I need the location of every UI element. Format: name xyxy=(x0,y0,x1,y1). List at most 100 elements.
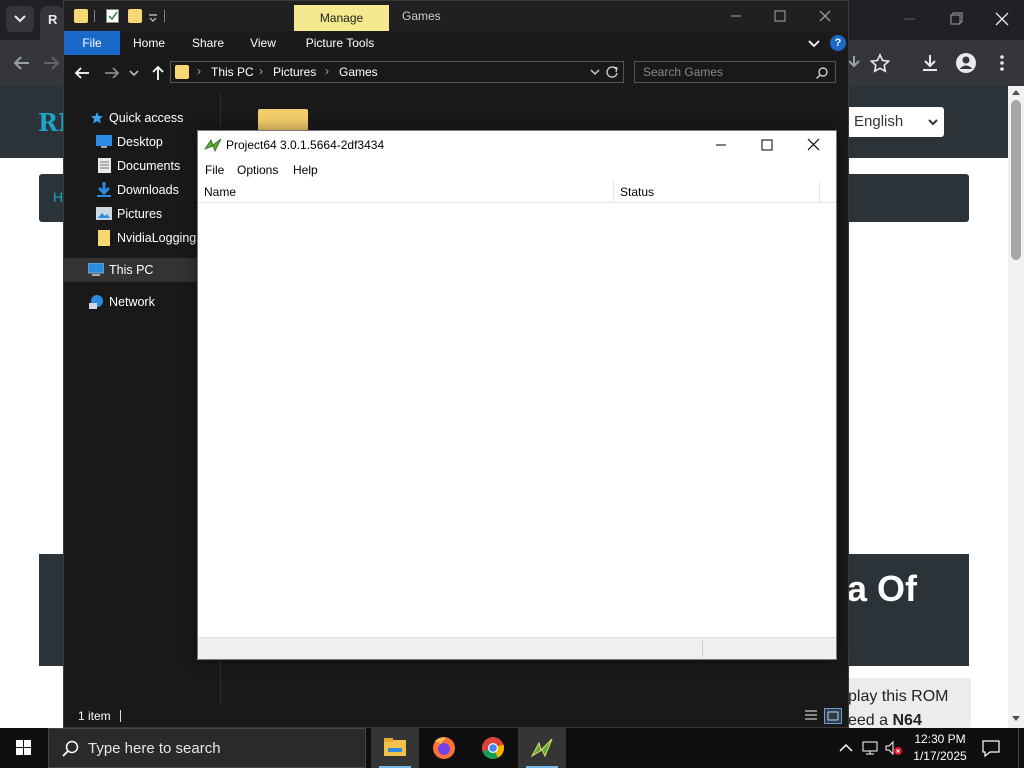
ribbon-tab-share[interactable]: Share xyxy=(184,31,232,55)
search-icon xyxy=(62,740,79,757)
chevron-down-icon xyxy=(590,69,600,76)
taskbar: Type here to search 12:30 PM 1/17/2025 xyxy=(0,728,1024,768)
firefox-icon xyxy=(433,737,455,759)
ribbon-tab-view[interactable]: View xyxy=(242,31,284,55)
up-button[interactable] xyxy=(148,63,168,83)
profile-button[interactable] xyxy=(952,50,980,76)
explorer-close-button[interactable] xyxy=(802,1,848,31)
nav-network-label: Network xyxy=(109,295,155,309)
ribbon-tab-file[interactable]: File xyxy=(64,31,120,55)
start-button[interactable] xyxy=(0,728,48,768)
back-button[interactable] xyxy=(8,50,36,76)
pictures-icon xyxy=(96,207,112,220)
details-view-icon xyxy=(805,710,817,720)
new-folder-icon[interactable] xyxy=(128,9,142,23)
chevron-down-icon xyxy=(928,119,938,126)
address-bar[interactable]: › This PC › Pictures › Games xyxy=(170,61,624,83)
breadcrumb-games[interactable]: Games xyxy=(339,65,378,79)
explorer-window-title: Games xyxy=(402,9,441,23)
explorer-title-bar: Manage Games xyxy=(64,1,848,31)
breadcrumb-separator: › xyxy=(259,64,263,78)
scrollbar-down-arrow[interactable] xyxy=(1012,716,1020,721)
show-hidden-icons-button[interactable] xyxy=(838,740,854,756)
explorer-search-box[interactable]: Search Games xyxy=(634,61,836,83)
forward-button[interactable] xyxy=(40,50,62,76)
p64-close-button[interactable] xyxy=(790,131,836,159)
network-status-button[interactable] xyxy=(862,740,880,756)
explorer-maximize-button[interactable] xyxy=(758,1,802,31)
explorer-search-placeholder: Search Games xyxy=(643,65,724,79)
taskbar-chrome[interactable] xyxy=(469,728,517,768)
p64-minimize-button[interactable] xyxy=(698,131,744,159)
explorer-status-bar: 1 item xyxy=(64,705,848,727)
folder-icon xyxy=(98,230,110,246)
clock[interactable]: 12:30 PM 1/17/2025 xyxy=(908,731,972,767)
explorer-forward-button[interactable] xyxy=(102,63,122,83)
taskbar-file-explorer[interactable] xyxy=(371,728,419,768)
bookmark-button[interactable] xyxy=(866,50,894,76)
language-select[interactable]: English xyxy=(846,107,944,137)
recent-locations-button[interactable] xyxy=(128,67,140,79)
folder-icon xyxy=(74,9,88,23)
search-icon xyxy=(815,67,828,80)
large-icons-view-icon xyxy=(827,711,839,721)
thumbnail-view-button[interactable] xyxy=(824,708,842,724)
column-header-status[interactable]: Status xyxy=(614,181,820,203)
browser-tab[interactable]: R xyxy=(40,6,64,40)
page-scrollbar[interactable] xyxy=(1008,86,1024,728)
menu-help[interactable]: Help xyxy=(293,163,318,177)
file-explorer-icon xyxy=(384,738,406,756)
notification-center-button[interactable] xyxy=(980,738,1002,758)
tab-manage[interactable]: Manage xyxy=(294,5,389,31)
rom-list[interactable] xyxy=(198,203,836,637)
column-header-name[interactable]: Name xyxy=(198,181,614,203)
show-desktop-button[interactable] xyxy=(1018,728,1024,768)
breadcrumb-home-link[interactable]: H xyxy=(53,189,63,205)
explorer-back-button[interactable] xyxy=(72,63,92,83)
breadcrumb-this-pc[interactable]: This PC xyxy=(211,65,254,79)
breadcrumb-separator: › xyxy=(325,64,329,78)
browser-menu-button[interactable] xyxy=(988,50,1016,76)
hero-title: a Of xyxy=(847,568,918,609)
network-icon xyxy=(862,741,878,755)
browser-restore-button[interactable] xyxy=(934,0,978,36)
expand-ribbon-button[interactable] xyxy=(806,35,822,51)
menu-file[interactable]: File xyxy=(205,163,224,177)
nav-quick-access[interactable]: Quick access xyxy=(64,106,220,130)
refresh-icon xyxy=(606,66,618,78)
downloads-button[interactable] xyxy=(916,50,944,76)
chevron-down-icon xyxy=(14,15,26,23)
chrome-icon xyxy=(482,737,505,759)
p64-maximize-button[interactable] xyxy=(744,131,790,159)
taskbar-search-box[interactable]: Type here to search xyxy=(48,728,366,768)
properties-icon[interactable] xyxy=(106,9,119,23)
taskbar-firefox[interactable] xyxy=(420,728,468,768)
volume-button[interactable] xyxy=(884,740,904,756)
ribbon-tab-picture-tools[interactable]: Picture Tools xyxy=(298,31,382,55)
customize-quick-access-icon[interactable] xyxy=(148,9,158,23)
menu-options[interactable]: Options xyxy=(237,163,278,177)
scrollbar-thumb[interactable] xyxy=(1011,100,1021,260)
taskbar-search-placeholder: Type here to search xyxy=(88,740,221,757)
browser-minimize-button[interactable] xyxy=(888,0,932,36)
breadcrumb-pictures[interactable]: Pictures xyxy=(273,65,316,79)
address-dropdown-button[interactable] xyxy=(589,66,601,78)
browser-close-button[interactable] xyxy=(980,0,1024,36)
nav-this-pc-label: This PC xyxy=(109,263,154,277)
nav-downloads-label: Downloads xyxy=(117,183,179,197)
divider xyxy=(120,710,121,722)
windows-logo-icon xyxy=(16,740,31,755)
details-view-button[interactable] xyxy=(802,708,820,724)
folder-thumbnail[interactable] xyxy=(258,109,308,131)
help-button[interactable]: ? xyxy=(830,35,846,51)
scrollbar-up-arrow[interactable] xyxy=(1012,90,1020,95)
arrow-left-icon xyxy=(74,67,89,79)
tab-search-button[interactable] xyxy=(6,6,34,32)
ribbon-tab-home[interactable]: Home xyxy=(126,31,172,55)
refresh-button[interactable] xyxy=(605,65,619,79)
explorer-minimize-button[interactable] xyxy=(714,1,758,31)
taskbar-project64[interactable] xyxy=(518,728,566,768)
star-icon xyxy=(869,53,891,73)
breadcrumb-separator: › xyxy=(197,64,201,78)
arrow-left-icon xyxy=(13,56,29,70)
